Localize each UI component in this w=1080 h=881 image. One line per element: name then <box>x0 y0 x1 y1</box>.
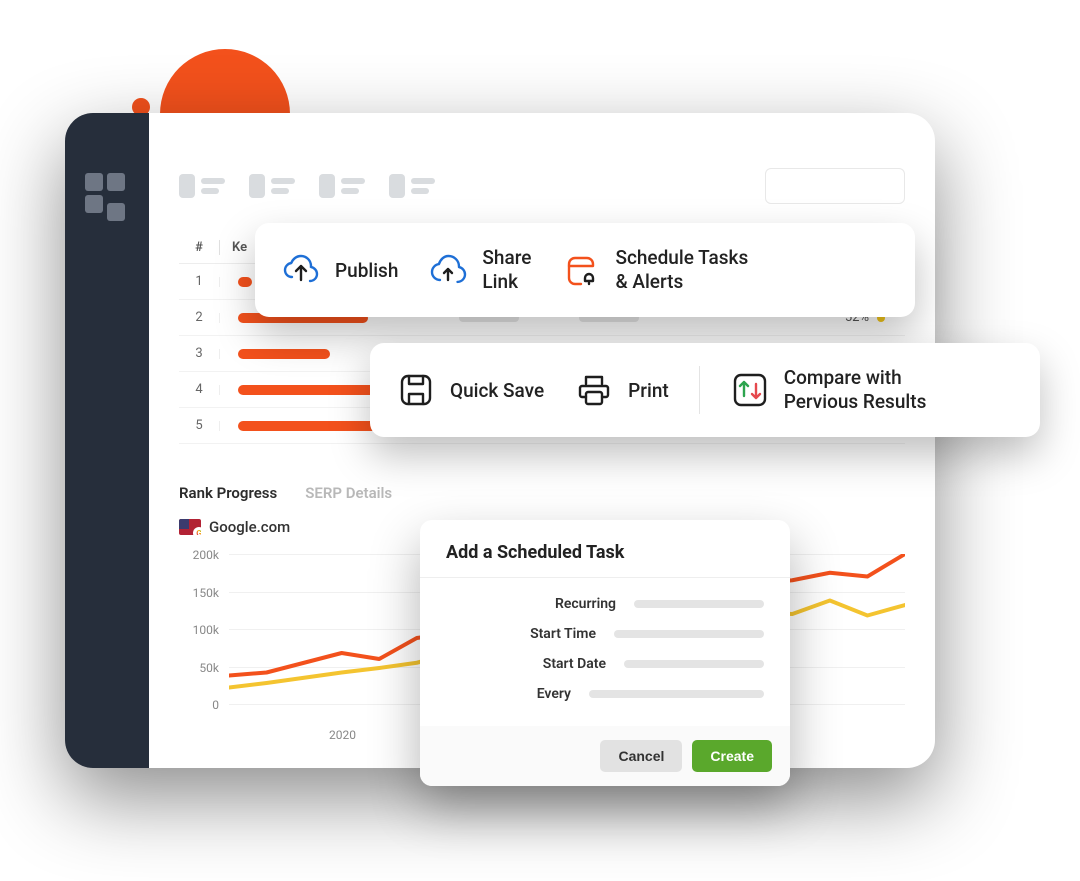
form-label: Recurring <box>555 596 616 612</box>
create-button[interactable]: Create <box>692 740 772 772</box>
form-label: Start Date <box>543 656 606 672</box>
quick-save-button[interactable]: Quick Save <box>396 370 544 410</box>
y-axis-label: 50k <box>179 661 219 675</box>
form-row: Recurring <box>446 596 764 612</box>
form-label: Every <box>537 686 571 702</box>
flag-us-google-icon: G <box>179 519 201 535</box>
compare-button[interactable]: Compare with Pervious Results <box>730 366 927 414</box>
share-link-button[interactable]: Share Link <box>428 246 531 294</box>
form-input-placeholder[interactable] <box>634 600 764 608</box>
form-input-placeholder[interactable] <box>589 690 764 698</box>
form-row: Start Date <box>446 656 764 672</box>
tab-serp-details[interactable]: SERP Details <box>305 484 392 502</box>
y-axis-label: 200k <box>179 548 219 562</box>
y-axis-label: 100k <box>179 623 219 637</box>
th-num: # <box>179 240 219 255</box>
y-axis-label: 0 <box>179 698 219 712</box>
toolbar-button-placeholder[interactable] <box>765 168 905 204</box>
save-icon <box>396 370 436 410</box>
toolbar-separator <box>699 366 700 414</box>
schedule-task-modal: Add a Scheduled Task Recurring Start Time… <box>420 520 790 786</box>
cancel-button[interactable]: Cancel <box>600 740 682 772</box>
compare-arrows-icon <box>730 370 770 410</box>
actions-bar-mid: Quick Save Print Compare with Pervious R… <box>370 343 1040 437</box>
form-row: Start Time <box>446 626 764 642</box>
x-label: 2020 <box>329 728 356 742</box>
sidebar <box>65 113 149 768</box>
logo-icon <box>85 173 129 217</box>
modal-title: Add a Scheduled Task <box>420 520 790 578</box>
schedule-tasks-button[interactable]: Schedule Tasks & Alerts <box>561 246 748 294</box>
form-label: Start Time <box>530 626 596 642</box>
tab-rank-progress[interactable]: Rank Progress <box>179 484 277 502</box>
print-icon <box>574 370 614 410</box>
chart-tabs: Rank Progress SERP Details <box>179 484 905 502</box>
toolbar-placeholder-row <box>179 168 905 204</box>
form-row: Every <box>446 686 764 702</box>
calendar-alert-icon <box>561 250 601 290</box>
y-axis-label: 150k <box>179 586 219 600</box>
form-input-placeholder[interactable] <box>614 630 764 638</box>
publish-button[interactable]: Publish <box>281 250 398 290</box>
form-input-placeholder[interactable] <box>624 660 764 668</box>
cloud-share-icon <box>428 250 468 290</box>
upload-cloud-icon <box>281 250 321 290</box>
actions-bar-top: Publish Share Link Schedule Tasks & Aler… <box>255 223 915 317</box>
print-button[interactable]: Print <box>574 370 669 410</box>
